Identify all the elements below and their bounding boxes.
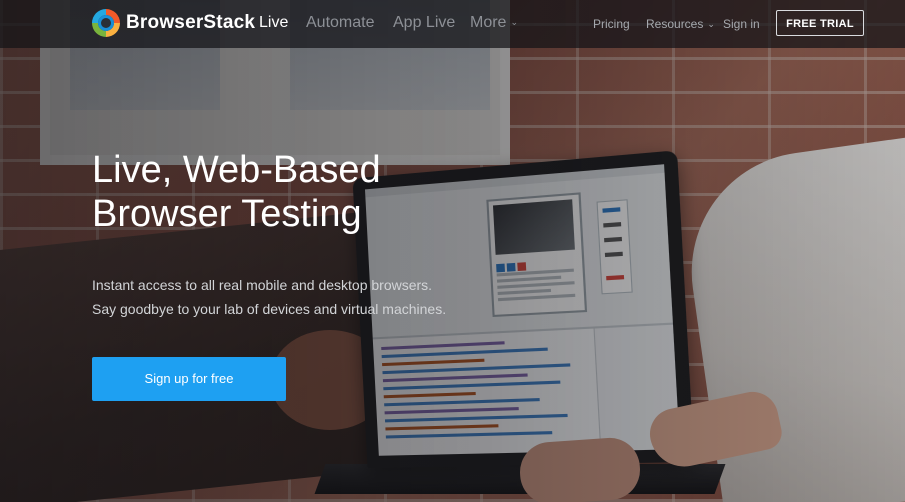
brand-name[interactable]: BrowserStack — [126, 12, 255, 34]
top-navbar: BrowserStack Live Automate App Live More… — [0, 0, 905, 48]
chevron-down-icon: ⌄ — [510, 17, 518, 28]
hero-subtitle-line1: Instant access to all real mobile and de… — [92, 277, 433, 293]
nav-automate[interactable]: Automate — [306, 14, 374, 32]
hero-background — [0, 0, 905, 502]
nav-live[interactable]: Live — [259, 14, 288, 32]
nav-app-live[interactable]: App Live — [393, 14, 455, 32]
nav-more[interactable]: More ⌄ — [470, 14, 518, 32]
free-trial-button[interactable]: FREE TRIAL — [776, 10, 864, 36]
nav-pricing[interactable]: Pricing — [593, 17, 630, 31]
hero-title-line2: Browser Testing — [92, 193, 362, 235]
chevron-down-icon: ⌄ — [707, 19, 715, 30]
nav-sign-in[interactable]: Sign in — [723, 17, 760, 31]
nav-more-label: More — [470, 14, 507, 31]
hero-subtitle: Instant access to all real mobile and de… — [92, 273, 532, 321]
hero-subtitle-line2: Say goodbye to your lab of devices and v… — [92, 301, 447, 317]
nav-resources[interactable]: Resources ⌄ — [646, 17, 715, 31]
nav-resources-label: Resources — [646, 17, 704, 31]
dark-overlay — [0, 0, 905, 502]
sign-up-button[interactable]: Sign up for free — [92, 357, 286, 401]
hero-title-line1: Live, Web-Based — [92, 149, 381, 191]
browserstack-logo-icon[interactable] — [92, 9, 120, 37]
hero-title: Live, Web-Based Browser Testing — [92, 148, 512, 236]
